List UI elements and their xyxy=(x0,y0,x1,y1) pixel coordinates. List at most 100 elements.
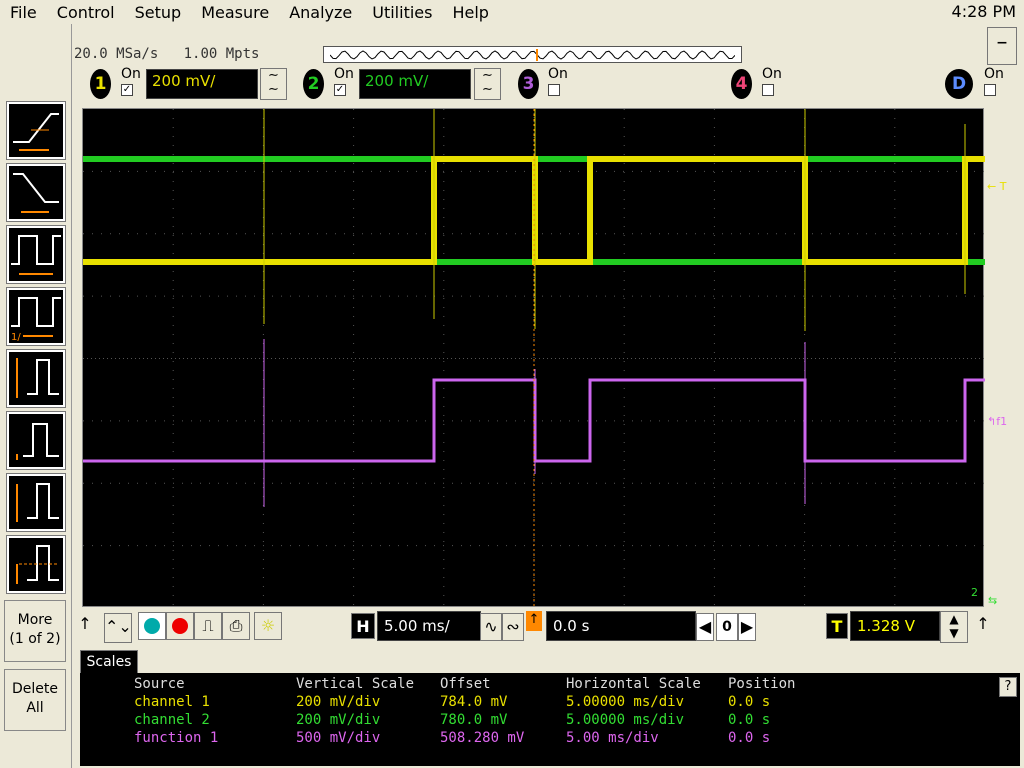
amplitude-icon xyxy=(16,483,59,522)
menu-setup[interactable]: Setup xyxy=(125,3,192,22)
header-horizontal-scale: Horizontal Scale xyxy=(566,676,701,692)
header-position: Position xyxy=(728,676,796,692)
digital-checkbox[interactable] xyxy=(984,84,996,96)
table-cell-source: channel 1 xyxy=(134,694,210,710)
function-1-marker: ↰f1 xyxy=(987,415,1008,428)
position-left-arrow[interactable]: ◀ xyxy=(696,613,714,641)
channel-2-icon[interactable]: 2 xyxy=(303,69,324,99)
channel-1-coupling-button[interactable]: ∼ ∼ xyxy=(260,68,287,100)
period-icon xyxy=(11,235,61,275)
vmax-icon xyxy=(16,423,59,460)
channel-2-coupling-button[interactable]: ∼ ∼ xyxy=(474,68,501,100)
average-icon xyxy=(16,545,59,584)
channel-4-icon[interactable]: 4 xyxy=(731,69,752,99)
channel-1-on-label: On xyxy=(121,66,141,82)
table-cell-source: function 1 xyxy=(134,730,219,746)
trigger-marker-label: T xyxy=(999,180,1007,193)
measure-vpp-button[interactable] xyxy=(6,349,66,408)
horizontal-mode-button[interactable]: ∾ xyxy=(502,613,524,641)
frequency-icon: 1/ xyxy=(11,297,61,343)
table-cell-pos: 0.0 s xyxy=(728,694,771,710)
menu-analyze[interactable]: Analyze xyxy=(279,3,362,22)
measure-period-button[interactable] xyxy=(6,225,66,284)
waveform-display[interactable] xyxy=(82,108,985,608)
menu-file[interactable]: File xyxy=(0,3,47,22)
scroll-up-arrow-icon-right[interactable]: ↑ xyxy=(976,611,990,639)
single-button[interactable]: ⎍ xyxy=(194,612,222,640)
horizontal-scale[interactable]: 5.00 ms/ xyxy=(377,611,481,641)
memory-depth: 1.00 Mpts xyxy=(183,46,260,62)
table-cell-pos: 0.0 s xyxy=(728,712,771,728)
more-label: More xyxy=(17,612,53,628)
horizontal-position-icon[interactable]: ↑ xyxy=(526,611,542,631)
position-right-arrow[interactable]: ▶ xyxy=(738,613,756,641)
horizontal-position[interactable]: 0.0 s xyxy=(546,611,696,641)
horizontal-zoom-button[interactable]: ∿ xyxy=(480,613,502,641)
clock: 4:28 PM xyxy=(951,2,1016,21)
table-cell-pos: 0.0 s xyxy=(728,730,771,746)
header-source: Source xyxy=(134,676,185,692)
delete-all-button[interactable]: Delete All xyxy=(4,669,66,731)
table-cell-offset: 784.0 mV xyxy=(440,694,508,710)
digital-on-label: On xyxy=(984,66,1004,82)
stop-circle-icon xyxy=(172,618,188,634)
print-button[interactable]: ⎙ xyxy=(222,612,250,640)
svg-text:1/: 1/ xyxy=(11,332,21,343)
scroll-up-arrow-icon[interactable]: ↑ xyxy=(78,611,92,639)
ground-arrow-icon: ⇆ xyxy=(988,594,998,607)
run-button[interactable] xyxy=(138,612,166,640)
tab-scales[interactable]: Scales xyxy=(80,650,138,674)
measure-average-button[interactable] xyxy=(6,535,66,594)
table-cell-vscale: 200 mV/div xyxy=(296,712,381,728)
channel-2-checkbox[interactable]: ✓ xyxy=(334,84,346,96)
trigger-label: T xyxy=(826,613,848,639)
sun-icon: ☼ xyxy=(260,616,276,635)
minimize-button[interactable]: – xyxy=(987,27,1017,65)
channel-3-icon[interactable]: 3 xyxy=(518,69,539,99)
stop-button[interactable] xyxy=(166,612,194,640)
menu-measure[interactable]: Measure xyxy=(191,3,279,22)
measure-rise-time-button[interactable] xyxy=(6,101,66,160)
menu-bar: File Control Setup Measure Analyze Utili… xyxy=(0,0,1024,24)
measure-frequency-button[interactable]: 1/ xyxy=(6,287,66,346)
channel-2-scale[interactable]: 200 mV/ xyxy=(359,69,471,99)
table-cell-vscale: 500 mV/div xyxy=(296,730,381,746)
channel-4-on-label: On xyxy=(762,66,782,82)
rise-time-icon xyxy=(13,113,59,151)
bottom-controls: ↑ ⌃⌄ ⎍ ⎙ ☼ H 5.00 ms/ ∿ ∾ ↑ 0.0 s ◀ 0 ▶ … xyxy=(74,609,1024,647)
channel-2-ground-label: 2 xyxy=(971,586,978,599)
channel-1-icon[interactable]: 1 xyxy=(90,69,111,99)
table-cell-hscale: 5.00000 ms/div xyxy=(566,712,685,728)
vertical-scroll-stepper[interactable]: ⌃⌄ xyxy=(104,613,132,643)
delete-sublabel: All xyxy=(26,700,44,716)
measure-amplitude-button[interactable] xyxy=(6,473,66,532)
channel-3-checkbox[interactable] xyxy=(548,84,560,96)
help-button[interactable]: ? xyxy=(999,677,1017,697)
channel-1-checkbox[interactable]: ✓ xyxy=(121,84,133,96)
position-zero-button[interactable]: 0 xyxy=(716,613,738,641)
table-cell-hscale: 5.00 ms/div xyxy=(566,730,659,746)
measure-fall-time-button[interactable] xyxy=(6,163,66,222)
menu-control[interactable]: Control xyxy=(47,3,125,22)
trigger-level-stepper[interactable]: ▲ ▼ xyxy=(940,611,968,643)
table-cell-offset: 780.0 mV xyxy=(440,712,508,728)
trigger-level[interactable]: 1.328 V xyxy=(850,611,940,641)
more-sublabel: (1 of 2) xyxy=(9,631,61,647)
header-vertical-scale: Vertical Scale xyxy=(296,676,415,692)
autoscale-button[interactable]: ☼ xyxy=(254,612,282,640)
overview-waveform xyxy=(330,49,735,61)
digital-channels-icon[interactable]: D xyxy=(945,69,973,99)
menu-utilities[interactable]: Utilities xyxy=(362,3,442,22)
fall-time-icon xyxy=(13,173,59,213)
waveform-overview-bar[interactable] xyxy=(323,46,742,63)
measure-vmax-button[interactable] xyxy=(6,411,66,470)
peak-to-peak-icon xyxy=(16,358,59,398)
channel-4-checkbox[interactable] xyxy=(762,84,774,96)
channel-3-on-label: On xyxy=(548,66,568,82)
table-cell-hscale: 5.00000 ms/div xyxy=(566,694,685,710)
channel-1-scale[interactable]: 200 mV/ xyxy=(146,69,258,99)
table-cell-offset: 508.280 mV xyxy=(440,730,525,746)
waveform-area xyxy=(83,109,985,608)
menu-help[interactable]: Help xyxy=(442,3,498,22)
more-button[interactable]: More (1 of 2) xyxy=(4,600,66,662)
